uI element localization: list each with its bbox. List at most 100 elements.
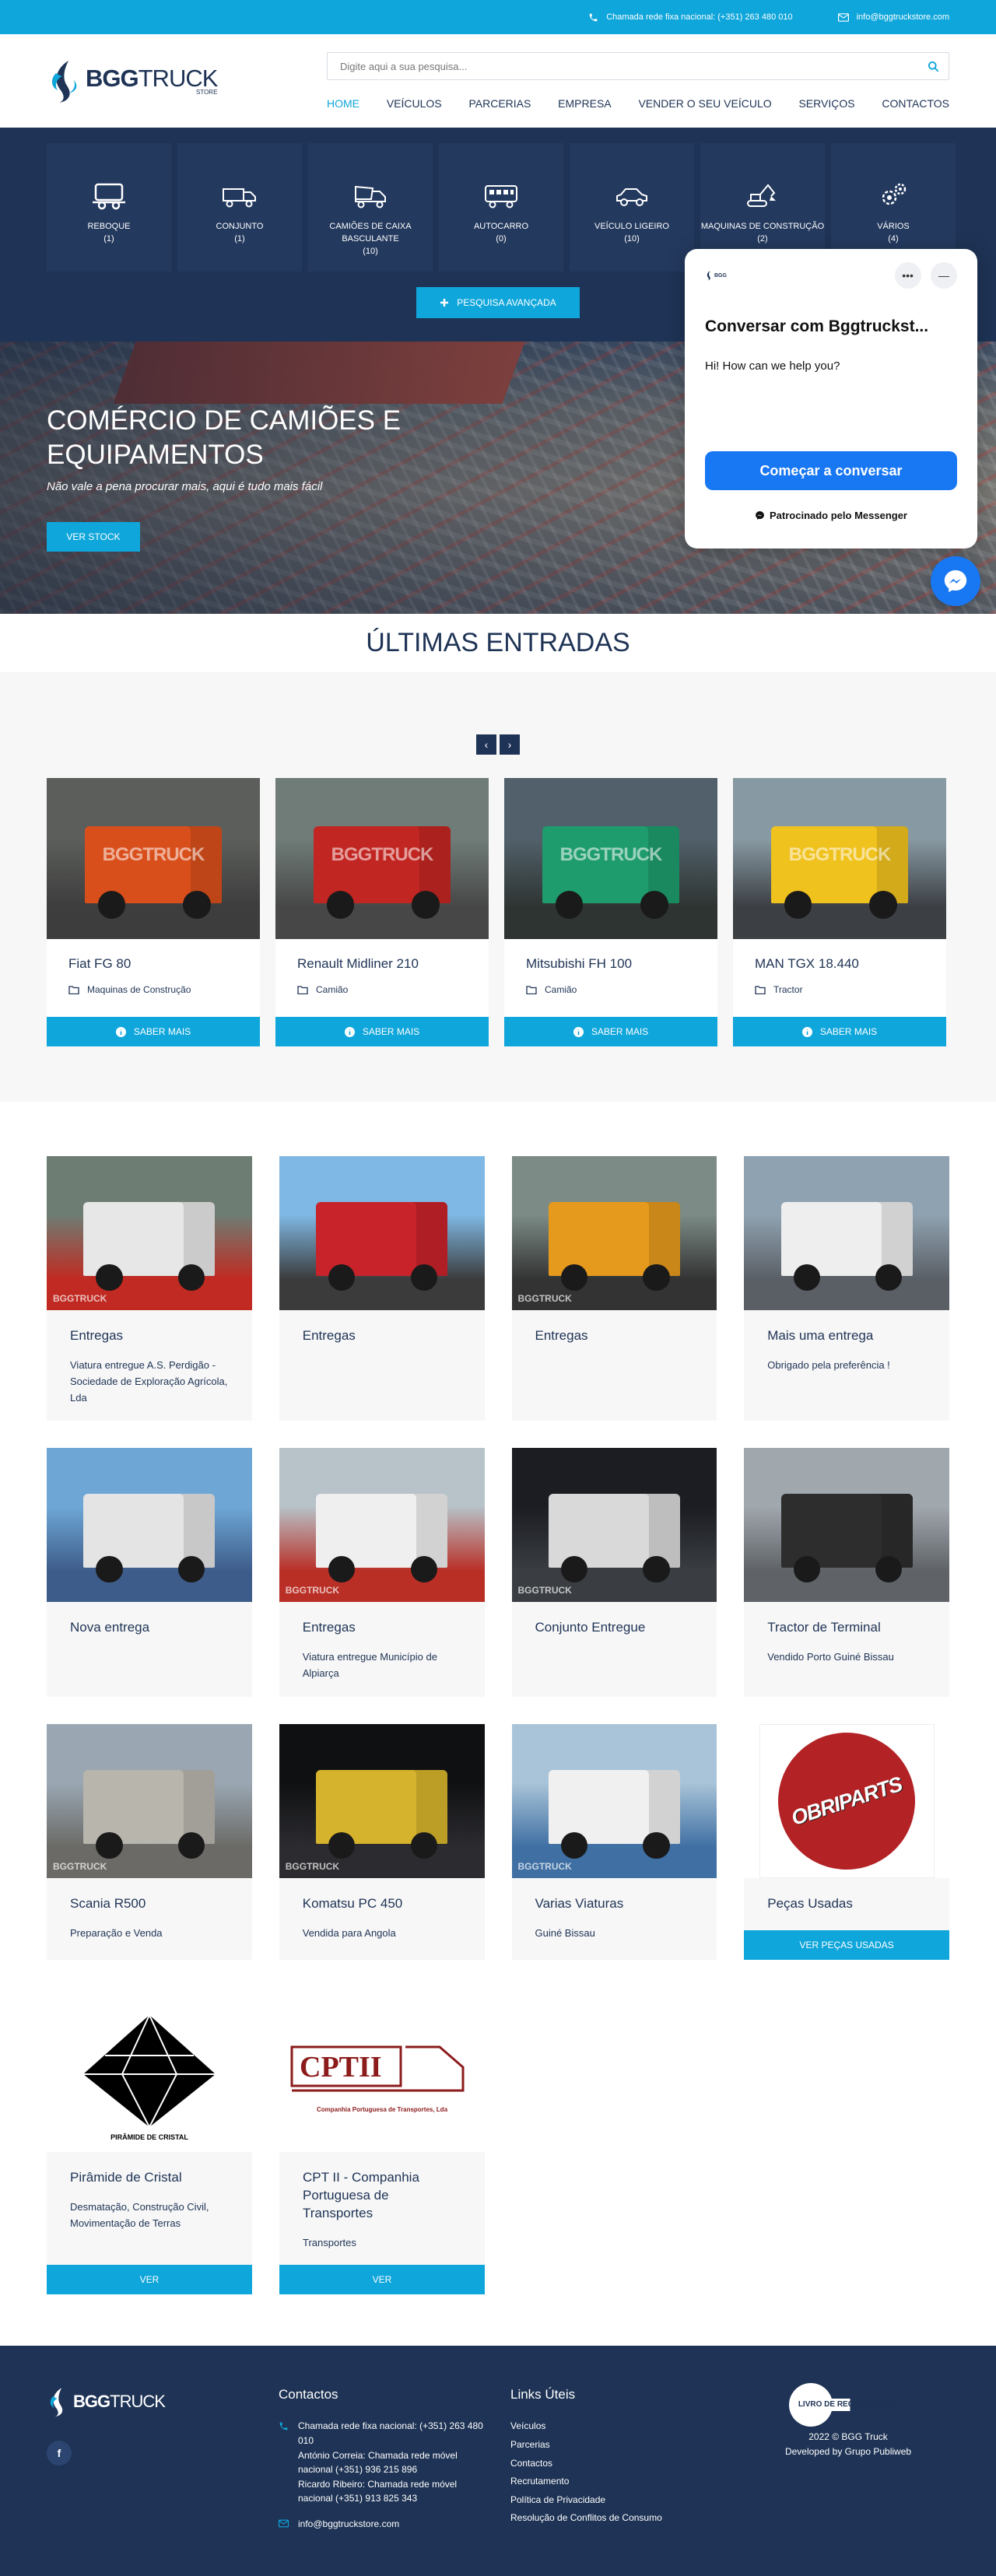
view-partner-button[interactable]: VER bbox=[279, 2265, 485, 2294]
cpt-logo[interactable]: CPTII Companhia Portuguesa de Transporte… bbox=[279, 2000, 485, 2152]
delivery-title[interactable]: Tractor de Terminal bbox=[767, 1619, 926, 1637]
chat-minimize-button[interactable]: — bbox=[931, 262, 957, 289]
partner-title[interactable]: Pirâmide de Cristal bbox=[70, 2169, 229, 2187]
footer-email[interactable]: info@bggtruckstore.com bbox=[298, 2517, 399, 2532]
chat-more-button[interactable]: ••• bbox=[894, 262, 921, 289]
nav-servicos[interactable]: SERVIÇOS bbox=[798, 97, 854, 110]
delivery-title[interactable]: Varias Viaturas bbox=[535, 1895, 694, 1913]
delivery-card[interactable]: BGGTRUCK Komatsu PC 450 Vendida para Angol… bbox=[279, 1724, 485, 1973]
start-chat-button[interactable]: Começar a conversar bbox=[705, 451, 957, 490]
search-icon[interactable] bbox=[928, 61, 939, 72]
vehicle-title[interactable]: Mitsubishi FH 100 bbox=[526, 956, 696, 972]
category-basculante[interactable]: CAMIÕES DE CAIXA BASCULANTE (10) bbox=[308, 143, 433, 272]
delivery-card[interactable]: Entregas bbox=[279, 1156, 485, 1421]
delivery-title[interactable]: Conjunto Entregue bbox=[535, 1619, 694, 1637]
delivery-card[interactable]: BGGTRUCK Scania R500 Preparação e Venda bbox=[47, 1724, 252, 1973]
delivery-card[interactable]: BGGTRUCK Entregas bbox=[511, 1156, 717, 1421]
category-autocarro[interactable]: AUTOCARRO (0) bbox=[439, 143, 563, 272]
carousel-next-button[interactable]: › bbox=[500, 734, 520, 755]
delivery-title[interactable]: Komatsu PC 450 bbox=[303, 1895, 461, 1913]
nav-contactos[interactable]: CONTACTOS bbox=[882, 97, 949, 110]
nav-parcerias[interactable]: PARCERIAS bbox=[468, 97, 531, 110]
nav-vender[interactable]: VENDER O SEU VEÍCULO bbox=[638, 97, 771, 110]
footer-link-veiculos[interactable]: Veículos bbox=[510, 2419, 697, 2434]
partner-card[interactable]: CPTII Companhia Portuguesa de Transporte… bbox=[279, 2000, 485, 2327]
delivery-card[interactable]: Nova entrega bbox=[47, 1448, 252, 1724]
footer-developer[interactable]: Developed by Grupo Publiweb bbox=[778, 2445, 918, 2459]
delivery-title[interactable]: Entregas bbox=[535, 1327, 694, 1345]
footer-link-recrutamento[interactable]: Recrutamento bbox=[510, 2474, 697, 2489]
advanced-search-button[interactable]: PESQUISA AVANÇADA bbox=[416, 287, 580, 318]
site-logo[interactable]: BGGTRUCK STORE bbox=[47, 58, 218, 104]
footer-phone-line[interactable]: Ricardo Ribeiro: Chamada rede móvel naci… bbox=[298, 2477, 489, 2506]
saber-mais-button[interactable]: SABER MAIS bbox=[504, 1017, 717, 1046]
delivery-photo[interactable]: BGGTRUCK bbox=[47, 1156, 252, 1310]
delivery-photo[interactable]: BGGTRUCK bbox=[279, 1724, 485, 1878]
parts-title[interactable]: Peças Usadas bbox=[767, 1895, 926, 1913]
delivery-photo[interactable]: BGGTRUCK bbox=[511, 1724, 717, 1878]
saber-mais-button[interactable]: SABER MAIS bbox=[733, 1017, 946, 1046]
delivery-photo[interactable]: BGGTRUCK bbox=[511, 1156, 717, 1310]
view-partner-button[interactable]: VER bbox=[47, 2265, 252, 2294]
vehicle-title[interactable]: Renault Midliner 210 bbox=[297, 956, 467, 972]
delivery-title[interactable]: Entregas bbox=[303, 1327, 461, 1345]
footer-link-privacidade[interactable]: Política de Privacidade bbox=[510, 2493, 697, 2508]
vehicle-title[interactable]: MAN TGX 18.440 bbox=[755, 956, 924, 972]
nav-empresa[interactable]: EMPRESA bbox=[558, 97, 611, 110]
delivery-photo[interactable]: BGGTRUCK bbox=[279, 1448, 485, 1602]
complaints-book-badge[interactable]: LIVRO DE RECLAMAÇÕES bbox=[778, 2383, 918, 2427]
delivery-photo[interactable] bbox=[744, 1156, 949, 1310]
topbar-email[interactable]: info@bggtruckstore.com bbox=[837, 12, 949, 22]
delivery-title[interactable]: Nova entrega bbox=[70, 1619, 229, 1637]
category-conjunto[interactable]: CONJUNTO (1) bbox=[177, 143, 302, 272]
delivery-photo[interactable] bbox=[47, 1448, 252, 1602]
delivery-photo[interactable]: BGGTRUCK bbox=[47, 1724, 252, 1878]
delivery-title[interactable]: Scania R500 bbox=[70, 1895, 229, 1913]
nav-home[interactable]: HOME bbox=[327, 97, 359, 110]
vehicle-photo[interactable]: BGGTRUCK bbox=[504, 778, 717, 939]
vehicle-photo[interactable]: BGGTRUCK bbox=[733, 778, 946, 939]
vehicle-card[interactable]: BGGTRUCK Mitsubishi FH 100 Camião SABER … bbox=[504, 778, 717, 1046]
delivery-card[interactable]: Mais uma entrega Obrigado pela preferênci… bbox=[744, 1156, 949, 1421]
partner-title[interactable]: CPT II - Companhia Portuguesa de Transpo… bbox=[303, 2169, 461, 2223]
vehicle-photo[interactable]: BGGTRUCK bbox=[47, 778, 260, 939]
parts-card[interactable]: OBRIPARTS Peças Usadas VER PEÇAS USADAS bbox=[744, 1724, 949, 1973]
search-input[interactable]: Digite aqui a sua pesquisa... bbox=[327, 52, 949, 80]
vehicle-card[interactable]: BGGTRUCK Renault Midliner 210 Camião SAB… bbox=[275, 778, 489, 1046]
delivery-card[interactable]: BGGTRUCK Conjunto Entregue bbox=[511, 1448, 717, 1724]
partner-card[interactable]: PIRÂMIDE DE CRISTAL Pirâmide de Cristal D… bbox=[47, 2000, 252, 2327]
nav-veiculos[interactable]: VEÍCULOS bbox=[387, 97, 442, 110]
messenger-fab-button[interactable] bbox=[931, 556, 980, 606]
footer-logo[interactable]: BGGTRUCK f bbox=[47, 2385, 166, 2466]
category-reboque[interactable]: REBOQUE (1) bbox=[47, 143, 171, 272]
delivery-title[interactable]: Entregas bbox=[303, 1619, 461, 1637]
saber-mais-button[interactable]: SABER MAIS bbox=[47, 1017, 260, 1046]
delivery-title[interactable]: Mais uma entrega bbox=[767, 1327, 926, 1345]
delivery-card[interactable]: BGGTRUCK Varias Viaturas Guiné Bissau bbox=[511, 1724, 717, 1973]
obriparts-logo[interactable]: OBRIPARTS bbox=[744, 1724, 949, 1878]
saber-mais-button[interactable]: SABER MAIS bbox=[275, 1017, 489, 1046]
vehicle-photo[interactable]: BGGTRUCK bbox=[275, 778, 489, 939]
footer-link-parcerias[interactable]: Parcerias bbox=[510, 2438, 697, 2452]
delivery-photo[interactable]: BGGTRUCK bbox=[511, 1448, 717, 1602]
delivery-card[interactable]: Tractor de Terminal Vendido Porto Guiné B… bbox=[744, 1448, 949, 1724]
delivery-title[interactable]: Entregas bbox=[70, 1327, 229, 1345]
view-used-parts-button[interactable]: VER PEÇAS USADAS bbox=[744, 1930, 949, 1960]
footer-phone-line[interactable]: Chamada rede fixa nacional: (+351) 263 4… bbox=[298, 2419, 489, 2448]
category-ligeiro[interactable]: VEÍCULO LIGEIRO (10) bbox=[570, 143, 694, 272]
view-stock-button[interactable]: VER STOCK bbox=[47, 522, 140, 552]
piramide-logo[interactable]: PIRÂMIDE DE CRISTAL bbox=[47, 2000, 252, 2152]
carousel-prev-button[interactable]: ‹ bbox=[476, 734, 496, 755]
delivery-photo[interactable] bbox=[744, 1448, 949, 1602]
facebook-icon[interactable]: f bbox=[47, 2441, 72, 2466]
delivery-photo[interactable] bbox=[279, 1156, 485, 1310]
delivery-card[interactable]: BGGTRUCK Entregas Viatura entregue Municíp… bbox=[279, 1448, 485, 1724]
vehicle-card[interactable]: BGGTRUCK Fiat FG 80 Maquinas de Construç… bbox=[47, 778, 260, 1046]
footer-phone-line[interactable]: António Correia: Chamada rede móvel naci… bbox=[298, 2448, 489, 2477]
delivery-card[interactable]: BGGTRUCK Entregas Viatura entregue A.S. Pe… bbox=[47, 1156, 252, 1421]
footer-link-conflitos[interactable]: Resolução de Conflitos de Consumo bbox=[510, 2511, 697, 2525]
vehicle-card[interactable]: BGGTRUCK MAN TGX 18.440 Tractor SABER MA… bbox=[733, 778, 946, 1046]
footer-link-contactos[interactable]: Contactos bbox=[510, 2456, 697, 2471]
topbar-phone[interactable]: Chamada rede fixa nacional: (+351) 263 4… bbox=[588, 12, 793, 23]
vehicle-title[interactable]: Fiat FG 80 bbox=[68, 956, 238, 972]
